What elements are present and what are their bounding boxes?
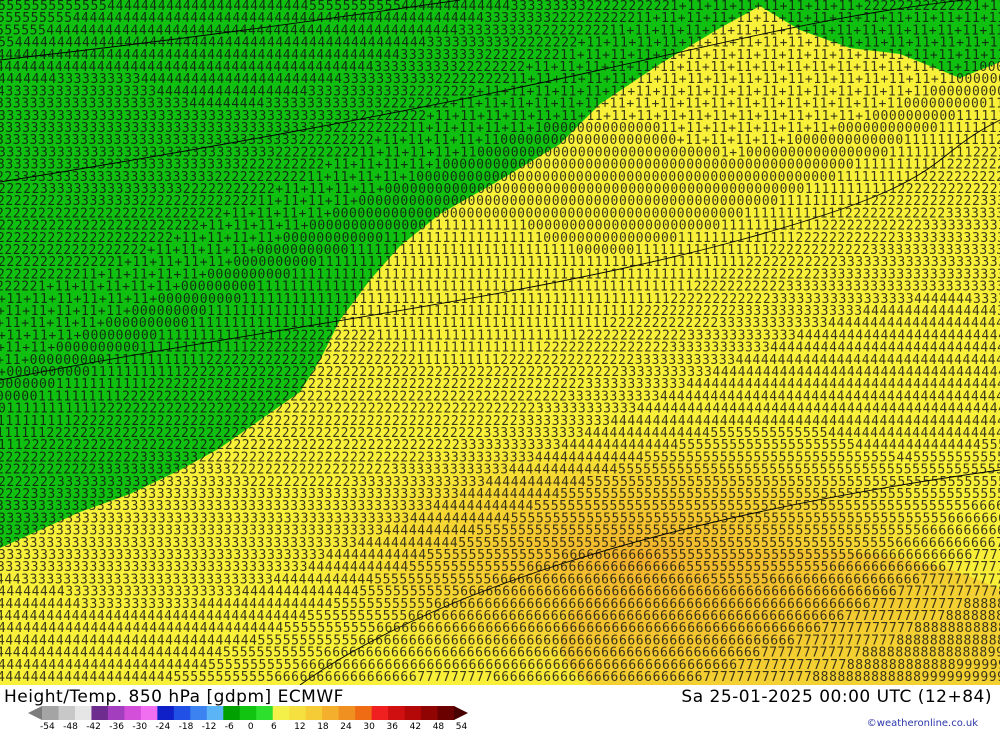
scale-swatch bbox=[404, 706, 422, 720]
valid-time: Sa 25-01-2025 00:00 UTC (12+84) bbox=[681, 687, 992, 707]
scale-label: -30 bbox=[132, 722, 148, 732]
temperature-map: 5555555555555444444444444444444444444555… bbox=[0, 0, 1000, 685]
scale-swatch bbox=[157, 706, 175, 720]
scale-swatch bbox=[42, 706, 59, 720]
color-scale-labels: -54 -48 -42 -36 -30 -24 -18 -12 -6 0 6 12 18 24 30 36 42… bbox=[40, 722, 470, 733]
scale-arrow-right bbox=[454, 706, 468, 720]
scale-swatch bbox=[421, 706, 439, 720]
scale-swatch bbox=[223, 706, 241, 720]
scale-label: -36 bbox=[109, 722, 124, 732]
scale-label: 42 bbox=[409, 722, 422, 732]
scale-arrow-left bbox=[28, 706, 42, 720]
scale-swatch bbox=[107, 706, 125, 720]
scale-swatch bbox=[58, 706, 76, 720]
scale-label: 18 bbox=[317, 722, 329, 732]
scale-swatch bbox=[74, 706, 92, 720]
scale-swatch bbox=[272, 706, 290, 720]
scale-label: 36 bbox=[386, 722, 398, 732]
scale-label: -12 bbox=[201, 722, 217, 732]
scale-swatch bbox=[124, 706, 142, 720]
scale-swatch bbox=[388, 706, 406, 720]
glyph-row: 4444444444444444444445555555555556666666… bbox=[0, 670, 1000, 685]
scale-swatch bbox=[91, 706, 109, 720]
scale-swatch bbox=[355, 706, 373, 720]
scale-label: -42 bbox=[86, 722, 101, 732]
scale-swatch bbox=[322, 706, 340, 720]
scale-label: 48 bbox=[432, 722, 445, 732]
scale-label: -24 bbox=[155, 722, 171, 732]
color-scale bbox=[28, 706, 468, 720]
scale-swatch bbox=[305, 706, 323, 720]
scale-swatch bbox=[289, 706, 307, 720]
scale-swatch bbox=[190, 706, 208, 720]
scale-label: 24 bbox=[340, 722, 352, 732]
site-credit: ©weatheronline.co.uk bbox=[866, 718, 978, 729]
scale-label: -54 bbox=[40, 722, 55, 732]
scale-swatch bbox=[338, 706, 356, 720]
scale-swatch bbox=[371, 706, 389, 720]
scale-swatch bbox=[256, 706, 274, 720]
scale-label: -6 bbox=[224, 722, 234, 732]
footer-bar: Height/Temp. 850 hPa [gdpm] ECMWF Sa 25-… bbox=[0, 685, 1000, 733]
map-title: Height/Temp. 850 hPa [gdpm] ECMWF bbox=[4, 687, 344, 707]
scale-swatch bbox=[140, 706, 158, 720]
scale-swatch bbox=[173, 706, 191, 720]
scale-label: 0 bbox=[247, 722, 254, 732]
scale-label: 12 bbox=[294, 722, 306, 732]
scale-label: 6 bbox=[271, 722, 277, 732]
scale-swatch bbox=[239, 706, 257, 720]
scale-label: 54 bbox=[455, 722, 468, 732]
scale-swatch bbox=[206, 706, 224, 720]
contour-glyphs: 5555555555555444444444444444444444444555… bbox=[0, 0, 1000, 685]
scale-label: -18 bbox=[178, 722, 194, 732]
scale-label: 30 bbox=[363, 722, 375, 732]
scale-swatch bbox=[437, 706, 455, 720]
scale-label: -48 bbox=[63, 722, 78, 732]
